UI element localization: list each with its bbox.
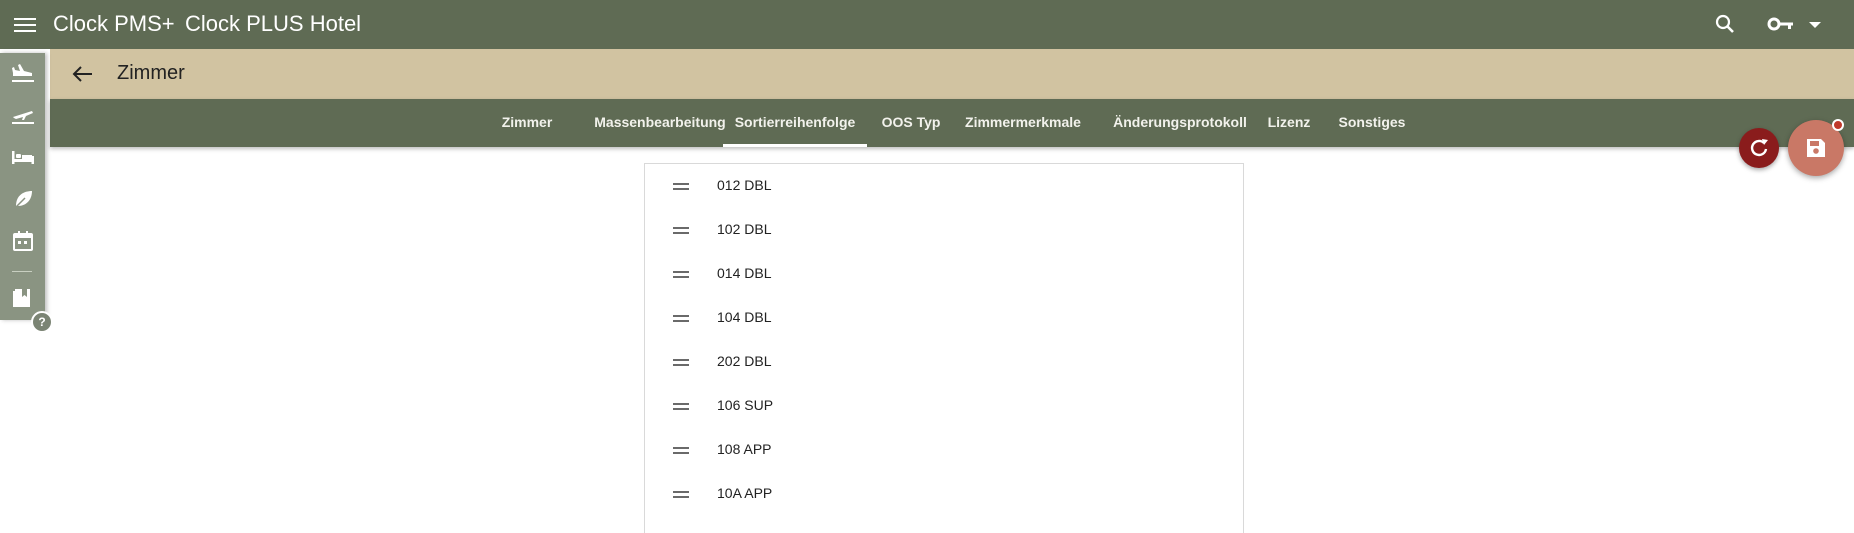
sidebar-divider: [12, 271, 32, 272]
room-sort-list: 012 DBL 102 DBL 014 DBL 104 DBL 202 DBL …: [644, 163, 1244, 533]
drag-handle-icon[interactable]: [673, 315, 689, 322]
list-item[interactable]: 104 DBL: [645, 296, 1243, 340]
key-icon[interactable]: [1766, 12, 1796, 36]
hotel-title: Clock PLUS Hotel: [185, 11, 362, 36]
list-item[interactable]: 108 APP: [645, 428, 1243, 472]
page-title: Zimmer: [117, 62, 185, 84]
room-label: 202 DBL: [717, 353, 772, 369]
bed-icon[interactable]: [10, 145, 36, 169]
arrival-icon[interactable]: [10, 61, 36, 85]
calendar-icon[interactable]: [10, 229, 36, 253]
menu-icon[interactable]: [14, 14, 36, 34]
room-label: 012 DBL: [717, 177, 772, 193]
tab-sortierreihenfolge[interactable]: Sortierreihenfolge: [723, 99, 867, 147]
tab-bar: Zimmer Massenbearbeitung Sortierreihenfo…: [50, 99, 1854, 147]
tab-zimmermerkmale[interactable]: Zimmermerkmale: [958, 99, 1088, 147]
tab-oos-typ[interactable]: OOS Typ: [878, 99, 944, 147]
list-item[interactable]: 202 DBL: [645, 340, 1243, 384]
departure-icon[interactable]: [10, 103, 36, 127]
tab-lizenz[interactable]: Lizenz: [1262, 99, 1316, 147]
tab-massenbearbeitung[interactable]: Massenbearbeitung: [575, 99, 745, 147]
drag-handle-icon[interactable]: [673, 359, 689, 366]
leaf-icon[interactable]: [10, 187, 36, 211]
list-item[interactable]: 106 SUP: [645, 384, 1243, 428]
back-arrow-icon[interactable]: [70, 62, 96, 86]
drag-handle-icon[interactable]: [673, 447, 689, 454]
tab-aenderungsprotokoll[interactable]: Änderungsprotokoll: [1110, 99, 1250, 147]
room-label: 106 SUP: [717, 397, 774, 413]
room-label: 104 DBL: [717, 309, 772, 325]
room-label: 014 DBL: [717, 265, 772, 281]
book-icon[interactable]: [10, 285, 36, 309]
sidebar: [0, 53, 45, 320]
list-item[interactable]: 014 DBL: [645, 252, 1243, 296]
drag-handle-icon[interactable]: [673, 403, 689, 410]
drag-handle-icon[interactable]: [673, 491, 689, 498]
search-icon[interactable]: [1713, 12, 1737, 36]
list-item[interactable]: 10A APP: [645, 472, 1243, 516]
page-header: Zimmer: [50, 49, 1854, 99]
tab-zimmer[interactable]: Zimmer: [490, 99, 564, 147]
tab-sonstiges[interactable]: Sonstiges: [1330, 99, 1414, 147]
chevron-down-icon[interactable]: [1804, 12, 1826, 36]
top-app-bar: Clock PMS+ Clock PLUS Hotel: [0, 0, 1854, 49]
room-label: 102 DBL: [717, 221, 772, 237]
help-icon[interactable]: ?: [31, 311, 53, 333]
list-item[interactable]: 012 DBL: [645, 164, 1243, 208]
refresh-icon: [1750, 139, 1768, 157]
drag-handle-icon[interactable]: [673, 271, 689, 278]
unsaved-indicator: [1832, 119, 1844, 131]
drag-handle-icon[interactable]: [673, 183, 689, 190]
room-label: 108 APP: [717, 441, 772, 457]
drag-handle-icon[interactable]: [673, 227, 689, 234]
app-title: Clock PMS+: [53, 11, 175, 36]
room-label: 10A APP: [717, 485, 773, 501]
reset-button[interactable]: [1739, 128, 1779, 168]
list-item[interactable]: 102 DBL: [645, 208, 1243, 252]
